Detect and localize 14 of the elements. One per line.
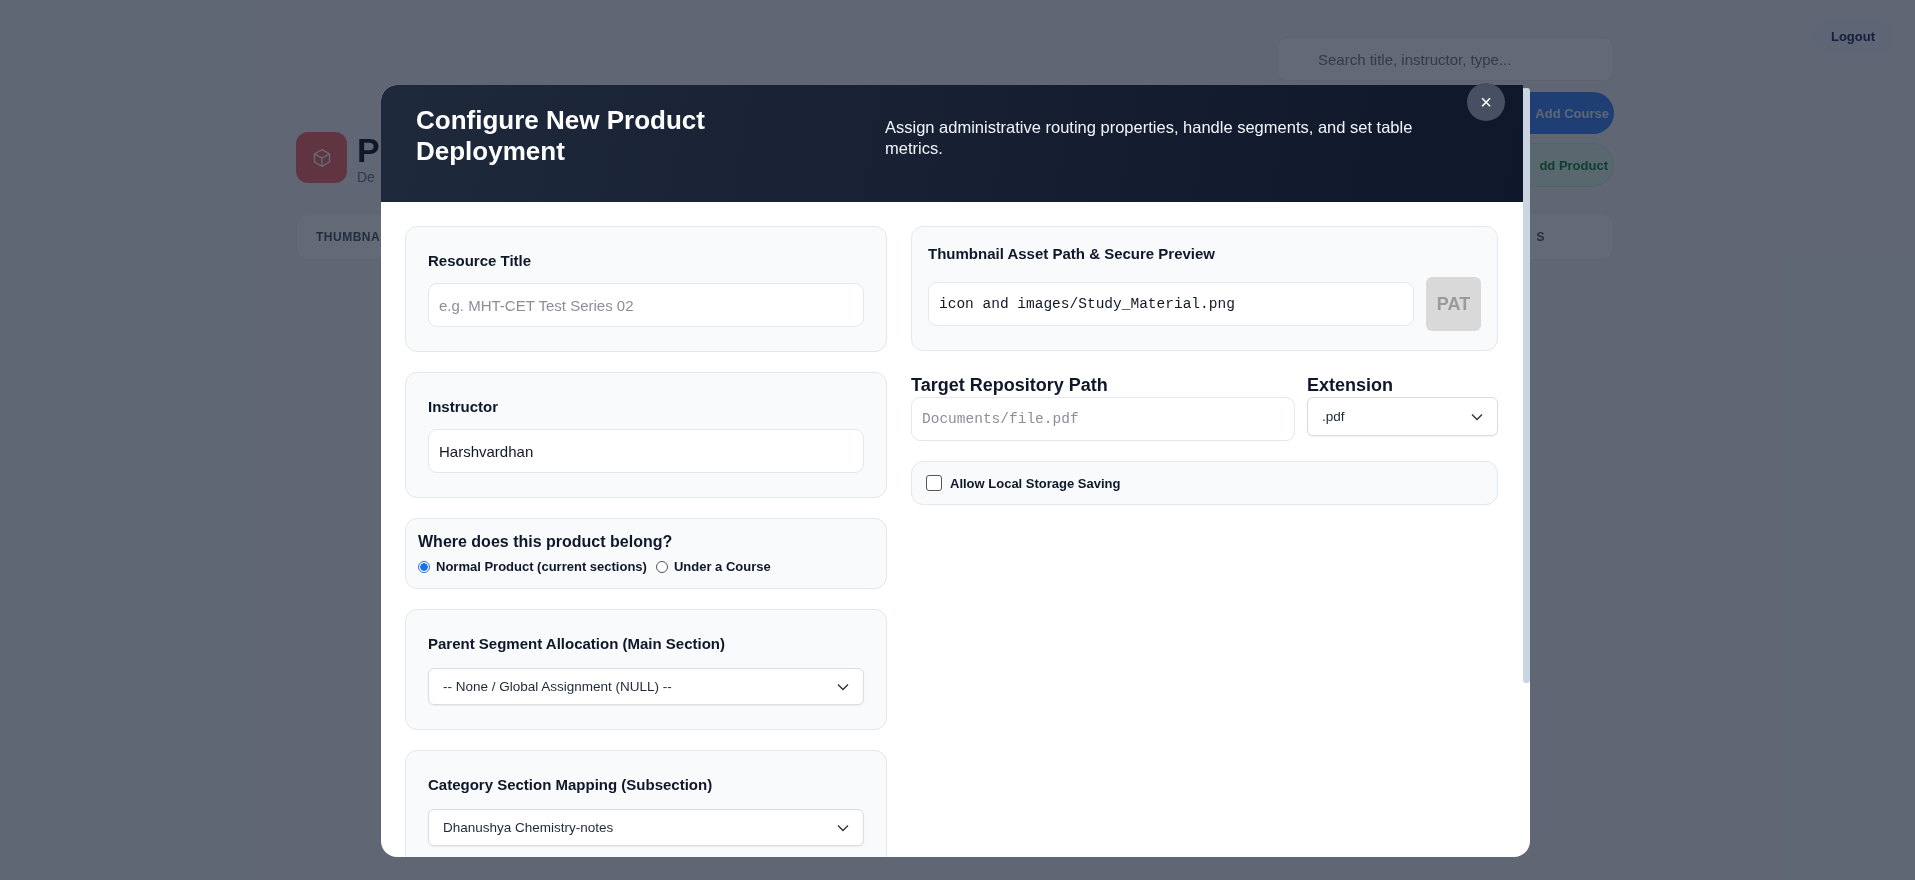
field-label: Category Section Mapping (Subsection) <box>428 776 714 793</box>
field-label: Thumbnail Asset Path & Secure Preview <box>928 245 1217 262</box>
field-label: Resource Title <box>428 252 533 269</box>
field-label: Target Repository Path <box>911 375 1109 396</box>
field-label: Parent Segment Allocation (Main Section) <box>428 635 726 652</box>
page-title: P <box>357 132 380 170</box>
modal-subtitle: Assign administrative routing properties, handle segments, and set table metrics. <box>885 117 1414 160</box>
column-header: THUMBNA <box>316 229 381 244</box>
modal-title: Configure New Product Deployment <box>416 105 706 169</box>
thumbnail-preview: PAT <box>1426 277 1481 331</box>
field-label: Extension <box>1307 375 1395 396</box>
column-header: S <box>1536 229 1545 244</box>
field-label: Instructor <box>428 398 499 415</box>
question-label: Where does this product belong? <box>418 533 674 551</box>
